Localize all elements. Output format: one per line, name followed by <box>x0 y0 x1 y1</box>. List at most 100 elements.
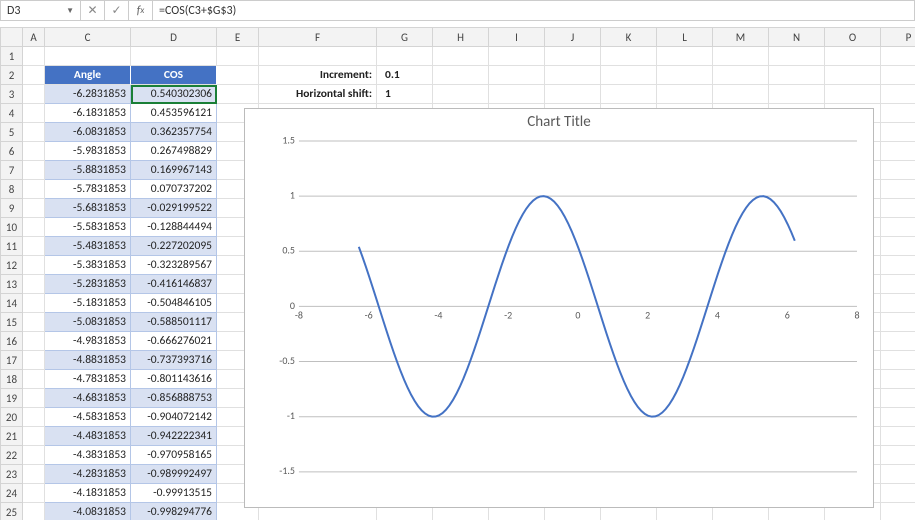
cell[interactable] <box>433 47 489 66</box>
col-header[interactable]: F <box>259 28 377 47</box>
col-header[interactable]: M <box>713 28 769 47</box>
cell[interactable] <box>23 389 45 408</box>
cell[interactable] <box>881 180 915 199</box>
cell-cos[interactable]: -0.323289567 <box>131 256 217 275</box>
name-box[interactable]: D3 ▼ <box>1 1 81 20</box>
row-header[interactable]: 22 <box>1 446 23 465</box>
cell[interactable] <box>881 142 915 161</box>
row-header[interactable]: 7 <box>1 161 23 180</box>
row-header[interactable]: 13 <box>1 275 23 294</box>
cell[interactable] <box>881 66 915 85</box>
cell-angle[interactable]: -4.2831853 <box>45 465 131 484</box>
cell[interactable] <box>881 218 915 237</box>
select-all[interactable] <box>1 28 23 47</box>
cell[interactable] <box>45 47 131 66</box>
cell[interactable] <box>23 465 45 484</box>
cell-angle[interactable]: -5.5831853 <box>45 218 131 237</box>
col-header[interactable]: D <box>131 28 217 47</box>
cell[interactable] <box>881 370 915 389</box>
cell[interactable] <box>433 85 489 104</box>
cell-angle[interactable]: -5.4831853 <box>45 237 131 256</box>
cell[interactable] <box>769 85 825 104</box>
cell-angle[interactable]: -4.6831853 <box>45 389 131 408</box>
cell[interactable] <box>881 237 915 256</box>
row-header[interactable]: 8 <box>1 180 23 199</box>
col-header[interactable]: A <box>23 28 45 47</box>
cell[interactable] <box>23 370 45 389</box>
row-header[interactable]: 3 <box>1 85 23 104</box>
col-header[interactable]: N <box>769 28 825 47</box>
cell[interactable] <box>23 503 45 520</box>
cell[interactable] <box>217 85 259 104</box>
cell[interactable] <box>601 85 657 104</box>
cell-cos[interactable]: -0.904072142 <box>131 408 217 427</box>
cell-angle[interactable]: -4.4831853 <box>45 427 131 446</box>
cell[interactable] <box>825 66 881 85</box>
cell[interactable] <box>259 47 377 66</box>
row-header[interactable]: 9 <box>1 199 23 218</box>
cell[interactable] <box>881 389 915 408</box>
cell-cos[interactable]: -0.998294776 <box>131 503 217 520</box>
cell[interactable] <box>23 237 45 256</box>
cell-angle[interactable]: -5.6831853 <box>45 199 131 218</box>
row-header[interactable]: 1 <box>1 47 23 66</box>
cell[interactable] <box>769 47 825 66</box>
cell[interactable] <box>881 123 915 142</box>
cell[interactable] <box>489 47 545 66</box>
col-header[interactable]: K <box>601 28 657 47</box>
cell[interactable] <box>23 85 45 104</box>
cell[interactable] <box>881 484 915 503</box>
row-header[interactable]: 12 <box>1 256 23 275</box>
cell-angle[interactable]: -5.2831853 <box>45 275 131 294</box>
cell[interactable] <box>881 47 915 66</box>
cell[interactable] <box>23 351 45 370</box>
cell[interactable] <box>23 180 45 199</box>
cell-angle[interactable]: -5.1831853 <box>45 294 131 313</box>
cell[interactable] <box>881 256 915 275</box>
col-header[interactable]: H <box>433 28 489 47</box>
cell-angle[interactable]: -5.0831853 <box>45 313 131 332</box>
row-header[interactable]: 24 <box>1 484 23 503</box>
row-header[interactable]: 17 <box>1 351 23 370</box>
cell-cos[interactable]: -0.588501117 <box>131 313 217 332</box>
formula-input[interactable]: =COS(C3+$G$3) <box>153 1 914 20</box>
cell-cos[interactable]: 0.070737202 <box>131 180 217 199</box>
cell[interactable] <box>657 47 713 66</box>
cell[interactable] <box>881 85 915 104</box>
cell-cos[interactable]: -0.989992497 <box>131 465 217 484</box>
cell[interactable] <box>23 66 45 85</box>
cell-angle[interactable]: -6.2831853 <box>45 85 131 104</box>
cell-angle[interactable]: -5.9831853 <box>45 142 131 161</box>
cell[interactable] <box>601 66 657 85</box>
cell[interactable] <box>881 465 915 484</box>
cell[interactable] <box>377 47 433 66</box>
cell-cos[interactable]: 0.540302306 <box>131 85 217 104</box>
cell-angle[interactable]: -6.0831853 <box>45 123 131 142</box>
cell[interactable] <box>23 142 45 161</box>
cell[interactable] <box>23 446 45 465</box>
row-header[interactable]: 21 <box>1 427 23 446</box>
cell[interactable] <box>769 66 825 85</box>
cell[interactable] <box>881 161 915 180</box>
table-header-angle[interactable]: Angle <box>45 66 131 85</box>
cell[interactable] <box>23 484 45 503</box>
cell[interactable] <box>881 427 915 446</box>
cell-cos[interactable]: -0.416146837 <box>131 275 217 294</box>
cell[interactable] <box>825 47 881 66</box>
hshift-value[interactable]: 1 <box>377 85 433 104</box>
cell-angle[interactable]: -4.1831853 <box>45 484 131 503</box>
cell[interactable] <box>881 275 915 294</box>
cell[interactable] <box>23 313 45 332</box>
col-header[interactable]: J <box>545 28 601 47</box>
cancel-formula-button[interactable]: ✕ <box>81 1 105 20</box>
cell[interactable] <box>881 332 915 351</box>
cell[interactable] <box>881 104 915 123</box>
cell[interactable] <box>545 85 601 104</box>
row-header[interactable]: 2 <box>1 66 23 85</box>
row-header[interactable]: 23 <box>1 465 23 484</box>
row-header[interactable]: 25 <box>1 503 23 520</box>
cell-cos[interactable]: -0.666276021 <box>131 332 217 351</box>
cell[interactable] <box>23 218 45 237</box>
cell[interactable] <box>825 85 881 104</box>
row-header[interactable]: 14 <box>1 294 23 313</box>
